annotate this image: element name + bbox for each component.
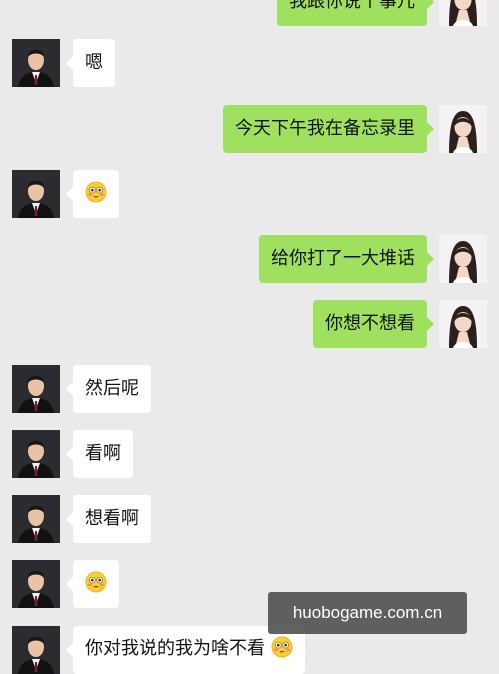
avatar[interactable]: [439, 235, 487, 283]
woman-avatar-icon: [439, 0, 487, 26]
message-bubble-sent[interactable]: 你想不想看: [313, 300, 434, 348]
message-bubble-received[interactable]: 想看啊: [66, 495, 151, 543]
woman-avatar-icon: [439, 105, 487, 153]
avatar[interactable]: [439, 0, 487, 26]
avatar[interactable]: [12, 170, 60, 218]
message-bubble-sent[interactable]: 我跟你说个事儿: [277, 0, 434, 26]
message-bubble-received[interactable]: [66, 560, 119, 608]
message-text: 想看啊: [85, 508, 139, 529]
man-avatar-icon: [12, 39, 60, 87]
message-text: 看啊: [85, 443, 121, 464]
man-avatar-icon: [12, 365, 60, 413]
message-bubble-received[interactable]: [66, 170, 119, 218]
message-bubble-sent[interactable]: 给你打了一大堆话: [259, 235, 434, 283]
avatar[interactable]: [439, 300, 487, 348]
message-bubble-received[interactable]: 嗯: [66, 39, 115, 87]
avatar[interactable]: [12, 39, 60, 87]
woman-avatar-icon: [439, 300, 487, 348]
woman-avatar-icon: [439, 235, 487, 283]
message-text: 我跟你说个事儿: [289, 0, 415, 12]
message-text: 今天下午我在备忘录里: [235, 118, 415, 139]
man-avatar-icon: [12, 560, 60, 608]
message-bubble-received[interactable]: 看啊: [66, 430, 133, 478]
man-avatar-icon: [12, 495, 60, 543]
message-text: 嗯: [85, 52, 103, 73]
message-text: 然后呢: [85, 378, 139, 399]
man-avatar-icon: [12, 430, 60, 478]
man-avatar-icon: [12, 170, 60, 218]
message-bubble-sent[interactable]: 今天下午我在备忘录里: [223, 105, 434, 153]
watermark: huobogame.com.cn: [268, 592, 467, 634]
message-text: 给你打了一大堆话: [271, 248, 415, 269]
avatar[interactable]: [12, 560, 60, 608]
man-avatar-icon: [12, 626, 60, 674]
avatar[interactable]: [12, 365, 60, 413]
flushed-face-icon: [85, 571, 107, 593]
avatar[interactable]: [12, 495, 60, 543]
message-text: 你对我说的我为啥不看: [85, 638, 265, 659]
message-bubble-received[interactable]: 然后呢: [66, 365, 151, 413]
flushed-face-icon: [85, 181, 107, 203]
flushed-face-icon: [271, 636, 293, 658]
message-text: 你想不想看: [325, 313, 415, 334]
avatar[interactable]: [439, 105, 487, 153]
avatar[interactable]: [12, 430, 60, 478]
avatar[interactable]: [12, 626, 60, 674]
